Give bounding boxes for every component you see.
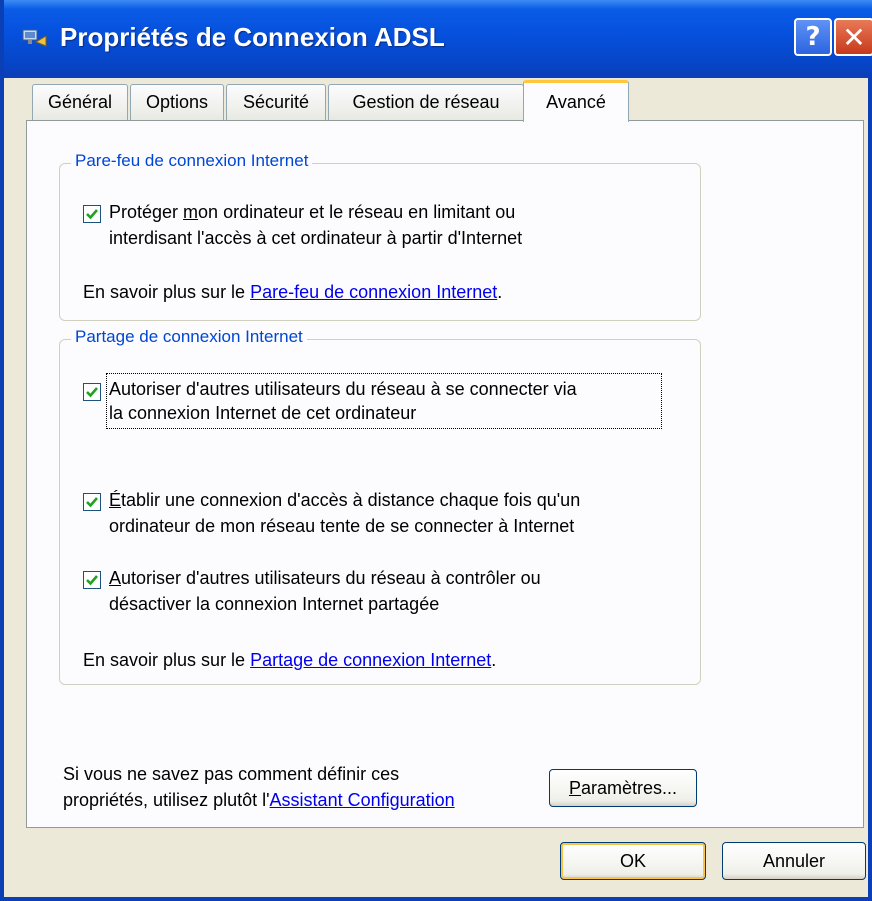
sharing-help-link[interactable]: Partage de connexion Internet [250,650,491,670]
allow-control-label-line2: désactiver la connexion Internet partagé… [109,594,440,614]
tab-options[interactable]: Options [130,84,224,120]
allow-others-connect-label[interactable]: Autoriser d'autres utilisateurs du résea… [106,373,662,429]
close-icon: ✕ [842,20,866,54]
cancel-button[interactable]: Annuler [722,842,866,880]
ok-button[interactable]: OK [560,842,706,880]
sharing-group-title: Partage de connexion Internet [71,327,307,347]
allow-others-connect-line1: Autoriser d'autres utilisateurs du résea… [109,379,577,399]
dial-on-demand-label[interactable]: Établir une connexion d'accès à distance… [109,487,580,513]
settings-button[interactable]: Paramètres... [549,769,697,807]
tab-general[interactable]: Général [32,84,128,120]
checkmark-icon [86,497,98,508]
sharing-learn-more: En savoir plus sur le Partage de connexi… [83,650,497,670]
protect-computer-label-line2: interdisant l'accès à cet ordinateur à p… [109,228,523,248]
configuration-wizard-link[interactable]: Assistant Configuration [270,790,455,810]
tab-avance[interactable]: Avancé [523,80,629,122]
protect-computer-checkbox[interactable] [83,205,101,223]
window-title: Propriétés de Connexion ADSL [60,22,445,52]
dial-on-demand-label-line2: ordinateur de mon réseau tente de se con… [109,516,575,536]
close-button[interactable]: ✕ [834,18,872,56]
dialog-window: Propriétés de Connexion ADSL ? ✕ Général… [0,0,872,901]
allow-others-connect-line2: la connexion Internet de cet ordinateur [109,403,417,423]
allow-control-label[interactable]: Autoriser d'autres utilisateurs du résea… [109,565,541,591]
help-icon: ? [805,22,821,52]
checkmark-icon [86,387,98,398]
firewall-help-link[interactable]: Pare-feu de connexion Internet [250,282,497,302]
dial-on-demand-checkbox[interactable] [83,493,101,511]
allow-control-checkbox[interactable] [83,571,101,589]
help-button[interactable]: ? [794,18,832,56]
firewall-learn-more: En savoir plus sur le Pare-feu de connex… [83,282,503,302]
tab-panel-avance: Pare-feu de connexion Internet Protéger … [26,120,864,828]
title-bar[interactable]: Propriétés de Connexion ADSL ? ✕ [4,0,872,78]
checkmark-icon [86,209,98,220]
wizard-hint-line1: Si vous ne savez pas comment définir ces [63,764,400,784]
tab-securite[interactable]: Sécurité [226,84,326,120]
tab-gestion-reseau[interactable]: Gestion de réseau [328,84,524,120]
checkmark-icon [86,575,98,586]
network-connection-icon [22,29,47,47]
firewall-group-title: Pare-feu de connexion Internet [71,151,313,171]
protect-computer-label[interactable]: Protéger mon ordinateur et le réseau en … [109,199,515,225]
allow-others-connect-checkbox[interactable] [83,383,101,401]
wizard-hint-line2: propriétés, utilisez plutôt l'Assistant … [63,790,455,810]
